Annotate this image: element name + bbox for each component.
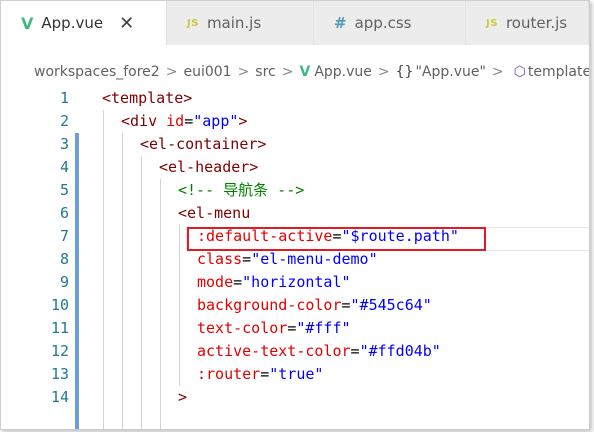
code-line: 4 <el-header>: [1, 156, 589, 179]
js-file-icon: JS: [187, 17, 199, 29]
code-editor[interactable]: 1 <template> 2 <div id="app"> 3 <el-cont…: [1, 87, 589, 429]
css-file-icon: #: [334, 14, 347, 32]
code-content: background-color="#545c64": [197, 294, 432, 317]
tab-app-css[interactable]: # app.css: [314, 1, 466, 45]
editor-window: V App.vue ✕ JS main.js # app.css JS rout…: [0, 0, 590, 430]
breadcrumb: workspaces_fore2 > eui001 > src > V App.…: [1, 59, 589, 85]
code-attribute: :default-active: [197, 227, 333, 245]
line-number: 1: [59, 89, 69, 107]
code-line: 10 background-color="#545c64": [1, 294, 589, 317]
code-line: 1 <template>: [1, 87, 589, 110]
code-tag: >: [178, 388, 188, 406]
code-content: class="el-menu-demo": [197, 248, 378, 271]
breadcrumb-separator: >: [165, 64, 178, 80]
code-string: "app": [193, 112, 239, 130]
tab-router-js[interactable]: JS router.js: [466, 1, 589, 45]
breadcrumb-separator: >: [377, 64, 390, 80]
vue-file-icon: V: [299, 64, 311, 80]
breadcrumb-workspace[interactable]: workspaces_fore2: [34, 64, 160, 80]
js-file-icon: JS: [486, 17, 498, 29]
tab-label: App.vue: [41, 14, 104, 32]
code-line: 7 :default-active="$route.path": [1, 225, 589, 248]
code-operator: =: [233, 273, 243, 291]
code-tag: <el-menu: [178, 204, 251, 222]
code-operator: =: [341, 296, 351, 314]
code-line: 9 mode="horizontal": [1, 271, 589, 294]
code-operator: =: [287, 319, 297, 337]
code-comment: <!-- 导航条 -->: [178, 181, 305, 199]
code-tag: <el-container>: [140, 135, 267, 153]
line-number: 14: [50, 388, 69, 406]
code-content: mode="horizontal": [197, 271, 351, 294]
breadcrumb-separator: >: [281, 64, 294, 80]
code-string: "#ffd04b": [359, 342, 441, 360]
code-line: 3 <el-container>: [1, 133, 589, 156]
code-attribute: id: [166, 112, 185, 130]
code-operator: =: [350, 342, 360, 360]
code-attribute: active-text-color: [197, 342, 351, 360]
line-number: 9: [59, 273, 69, 291]
line-number: 10: [50, 296, 69, 314]
line-number: 7: [59, 227, 69, 245]
tab-label: router.js: [505, 14, 568, 32]
line-number: 3: [59, 135, 69, 153]
code-content: :router="true": [197, 363, 323, 386]
tab-label: app.css: [354, 14, 412, 32]
breadcrumb-separator: >: [491, 64, 504, 80]
line-number: 8: [59, 250, 69, 268]
code-string: "true": [269, 365, 324, 383]
tab-app-vue[interactable]: V App.vue ✕: [1, 1, 167, 45]
code-string: "#fff": [296, 319, 351, 337]
breadcrumb-file[interactable]: App.vue: [314, 64, 372, 80]
code-attribute: background-color: [197, 296, 342, 314]
code-attribute: mode: [197, 273, 234, 291]
code-line: 12 active-text-color="#ffd04b": [1, 340, 589, 363]
tab-label: main.js: [206, 14, 262, 32]
code-line: 13 :router="true": [1, 363, 589, 386]
code-string: "#545c64": [350, 296, 432, 314]
code-string: "horizontal": [242, 273, 351, 291]
line-number: 12: [50, 342, 69, 360]
line-number: 2: [59, 112, 69, 130]
code-line: 2 <div id="app">: [1, 110, 589, 133]
vue-file-icon: V: [21, 13, 34, 33]
code-content: <div id="app">: [121, 110, 247, 133]
code-content: active-text-color="#ffd04b": [197, 340, 441, 363]
line-number: 5: [59, 181, 69, 199]
code-tag: <div: [121, 112, 167, 130]
code-line: 6 <el-menu: [1, 202, 589, 225]
code-operator: =: [332, 227, 342, 245]
line-number: 4: [59, 158, 69, 176]
braces-icon: {}: [395, 64, 414, 80]
code-line: 11 text-color="#fff": [1, 317, 589, 340]
close-icon[interactable]: ✕: [119, 13, 134, 34]
code-line: 5 <!-- 导航条 -->: [1, 179, 589, 202]
code-line: 8 class="el-menu-demo": [1, 248, 589, 271]
code-tag: <template>: [102, 89, 193, 107]
code-tag: <el-header>: [159, 158, 259, 176]
code-attribute: class: [197, 250, 243, 268]
tab-main-js[interactable]: JS main.js: [167, 1, 314, 45]
breadcrumb-template[interactable]: template: [528, 64, 589, 80]
line-number: 13: [50, 365, 69, 383]
code-line: 14 >: [1, 386, 589, 409]
breadcrumb-symbol[interactable]: "App.vue": [415, 64, 485, 80]
cube-icon: ⬡: [513, 64, 526, 80]
code-string: "el-menu-demo": [251, 250, 378, 268]
tab-bar: V App.vue ✕ JS main.js # app.css JS rout…: [1, 1, 589, 45]
line-number: 11: [50, 319, 69, 337]
breadcrumb-folder[interactable]: src: [255, 64, 275, 80]
code-operator: =: [260, 365, 270, 383]
code-attribute: :router: [197, 365, 261, 383]
code-content: text-color="#fff": [197, 317, 351, 340]
breadcrumb-separator: >: [237, 64, 250, 80]
code-content: :default-active="$route.path": [197, 225, 459, 248]
line-number: 6: [59, 204, 69, 222]
code-attribute: text-color: [197, 319, 288, 337]
breadcrumb-project[interactable]: eui001: [183, 64, 231, 80]
code-operator: =: [184, 112, 194, 130]
code-tag: >: [238, 112, 248, 130]
code-operator: =: [242, 250, 252, 268]
code-string: "$route.path": [341, 227, 459, 245]
